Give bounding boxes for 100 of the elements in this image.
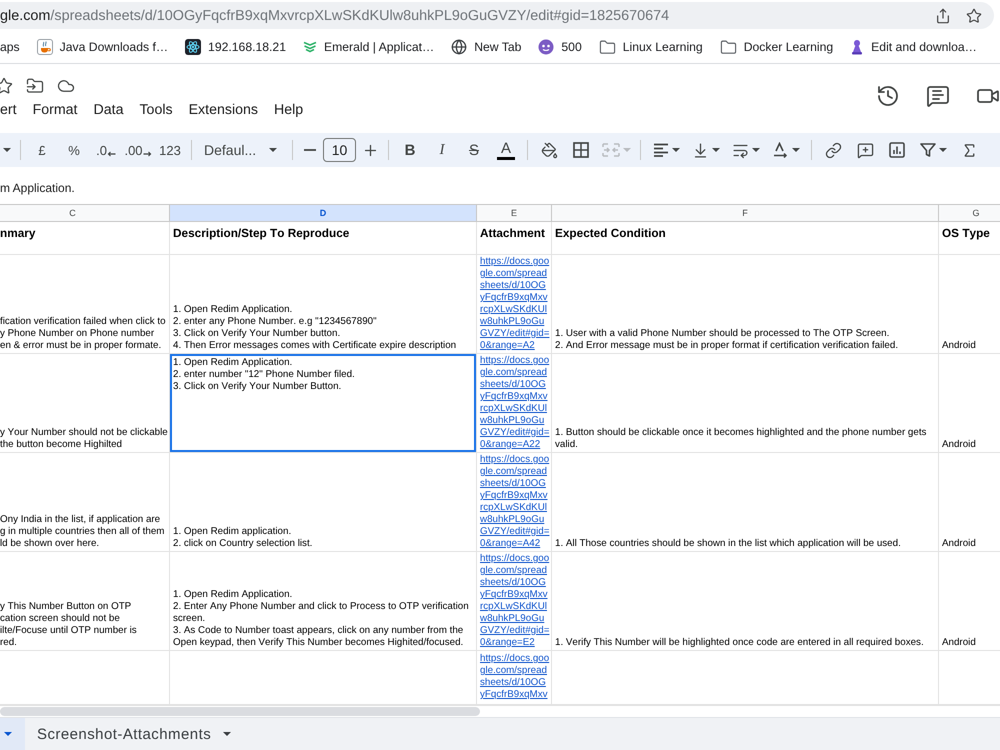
caret-icon [938,148,946,152]
column-header[interactable]: D [170,205,477,222]
bookmark[interactable]: Edit and downloa… [844,34,983,60]
bold-button[interactable]: B [395,136,425,164]
menu-item[interactable]: Format [24,99,86,121]
bookmark[interactable]: Emerald | Applicat… [297,34,440,60]
bookmark[interactable]: Linux Learning [592,34,709,60]
cell-text: 1. Open Redim Application. 2. enter number "12" Phone Number filed. 3. Click on Verify Your Number Button. [173,357,355,393]
table-cell[interactable]: Android [939,453,1000,552]
table-cell[interactable]: OS Type [939,222,1000,255]
star-icon[interactable] [0,77,13,95]
bookmark[interactable]: New Tab [445,34,528,60]
percent-button[interactable]: % [59,136,89,164]
cell-text: 1. All Those countries should be shown in the list which application will be used. [555,538,901,550]
table-cell[interactable]: Description/Step To Reproduce [170,222,477,255]
table-cell[interactable]: y This Number Button on OTP cation screen should not be ilte/Focuse until OTP number is red. [0,552,170,651]
table-cell[interactable]: Android [939,354,1000,453]
star-icon[interactable] [966,8,982,24]
comment-plus-icon [856,142,874,158]
menu-item[interactable]: ert [0,99,25,121]
menu-item[interactable]: Help [266,99,312,121]
filter-icon [920,142,936,158]
folder-icon [598,38,616,56]
bookmark[interactable]: Java Downloads f… [30,34,174,60]
paint-bucket-icon [540,142,558,158]
menu-item[interactable]: Tools [131,99,181,121]
caret-icon [3,148,11,152]
table-cell[interactable]: 1. Open Redim Application. 2. enter number "12" Phone Number filed. 3. Click on Verify Your Number Button. [170,354,477,453]
italic-button[interactable]: I [427,136,457,164]
folder-icon [720,38,737,56]
font-select[interactable]: Defaul... [198,136,286,164]
history-icon[interactable] [876,84,900,108]
bookmark[interactable]: 192.168.18.21 [179,34,292,60]
globe-icon [451,39,468,55]
cell-text: 1. Button should be clickable once it becomes highlighted and the phone number gets valid. [555,427,928,451]
bookmark[interactable]: 500 [532,34,588,60]
borders-icon [573,142,589,158]
address-field[interactable]: gle.com/spreadsheets/d/10OGyFqcfrB9xqMxvrcpXLwSKdKUlw8uhkPL9oGuGVZY/edit#gid=1825670674 [0,2,994,29]
share-icon[interactable] [935,8,951,24]
cell-text: y Your Number should not be clickable the button become Highilted [0,427,168,451]
column-header[interactable]: C [0,205,170,222]
strikethrough-button[interactable]: S [459,136,489,164]
menu-item[interactable]: Extensions [180,99,266,121]
table-cell[interactable]: nmary [0,222,170,255]
table-cell[interactable]: Ony India in the list, if application are g in multiple countries then all of them ld be shown over here. [0,453,170,552]
figure-icon [850,39,864,55]
table-cell[interactable]: 1. User with a valid Phone Number should be processed to The OTP Screen. 2. And Error message must be in proper format if certification verification failed. [552,255,939,354]
table-cell[interactable]: 1. Button should be clickable once it becomes highlighted and the phone number gets valid. [552,354,939,453]
table-cell[interactable]: y Your Number should not be clickable the button become Highilted [0,354,170,453]
table-cell[interactable] [170,651,477,705]
caret-icon [4,732,12,736]
table-cell[interactable]: Android [939,255,1000,354]
table-cell[interactable]: Expected Condition [552,222,939,255]
caret-icon [712,148,720,152]
coffee-cup-icon [36,39,53,55]
cell-text: Android [942,439,976,451]
column-title: nmary [0,226,36,240]
table-cell[interactable]: 1. Open Redim application. 2. click on Country selection list. [170,453,477,552]
decrease-decimal-button[interactable]: .0 [91,136,121,164]
comment-icon[interactable] [926,84,950,108]
table-cell[interactable] [170,552,477,651]
text-color-button[interactable]: A [491,136,521,164]
layers-icon [303,41,317,53]
arrow-down-to-line-icon [692,142,709,158]
arrow-left-icon [106,151,116,157]
table-cell[interactable]: fication verification failed when click to y Phone Number on Phone number en & error must be in proper formate. [0,255,170,354]
table-cell[interactable]: Android [939,552,1000,651]
link-icon [824,142,842,158]
minus-icon [304,149,316,151]
column-header[interactable]: F [552,205,939,222]
column-title: Description/Step To Reproduce [173,226,350,240]
table-cell[interactable] [552,651,939,705]
scrollbar-thumb[interactable] [0,707,480,716]
color-swatch-icon [497,156,515,160]
increase-decimal-button[interactable]: .00 [123,136,153,164]
merge-icon [602,143,620,157]
cloud-icon[interactable] [57,77,75,95]
number-format-button[interactable]: 123 [155,136,185,164]
move-folder-icon[interactable] [26,77,44,95]
currency-button[interactable]: £ [27,136,57,164]
caret-icon [622,148,630,152]
caret-icon [223,732,232,736]
column-header[interactable]: E [477,205,552,222]
column-header[interactable]: G [939,205,1000,222]
cell-text: 1. Open Redim Application. 2. enter any Phone Number. e.g "1234567890" 3. Click on Verify Your Number button. 4. Then Error messages comes with Certificate expire description [173,304,456,352]
table-cell[interactable]: 1. Verify This Number will be highlighted once code are entered in all required boxes. [552,552,939,651]
table-cell[interactable]: 1. All Those countries should be shown in the list which application will be used. [552,453,939,552]
cell-text: 1. Open Redim Application. 2. Enter Any Phone Number and click to Process to OTP verification screen. 3. As Code to Number toast appears, click on any number from the Open keypad, then Verify This Number becomes Highited/focused. [173,589,470,649]
table-cell[interactable]: 1. Open Redim Application. 2. enter any Phone Number. e.g "1234567890" 3. Click on Verify Your Number button. 4. Then Error messages comes with Certificate expire description [170,255,477,354]
table-cell[interactable]: Attachment [477,222,552,255]
column-title: Expected Condition [555,226,666,240]
cell-text: 1. Verify This Number will be highlighted once code are entered in all required boxes. [555,637,924,649]
url-text: gle.com/spreadsheets/d/10OGyFqcfrB9xqMxvrcpXLwSKdKUlw8uhkPL9oGuGVZY/edit#gid=1825670674 [0,8,670,24]
menu-item[interactable]: Data [86,99,132,121]
font-size-field[interactable]: 10 [323,138,356,162]
bookmark[interactable]: aps [0,34,26,60]
column-title: Attachment [480,226,545,240]
bookmark[interactable]: Docker Learning [714,34,840,60]
table-cell[interactable] [0,651,170,705]
cell-text: y This Number Button on OTP cation screen should not be ilte/Focuse until OTP number is red. [0,601,137,649]
